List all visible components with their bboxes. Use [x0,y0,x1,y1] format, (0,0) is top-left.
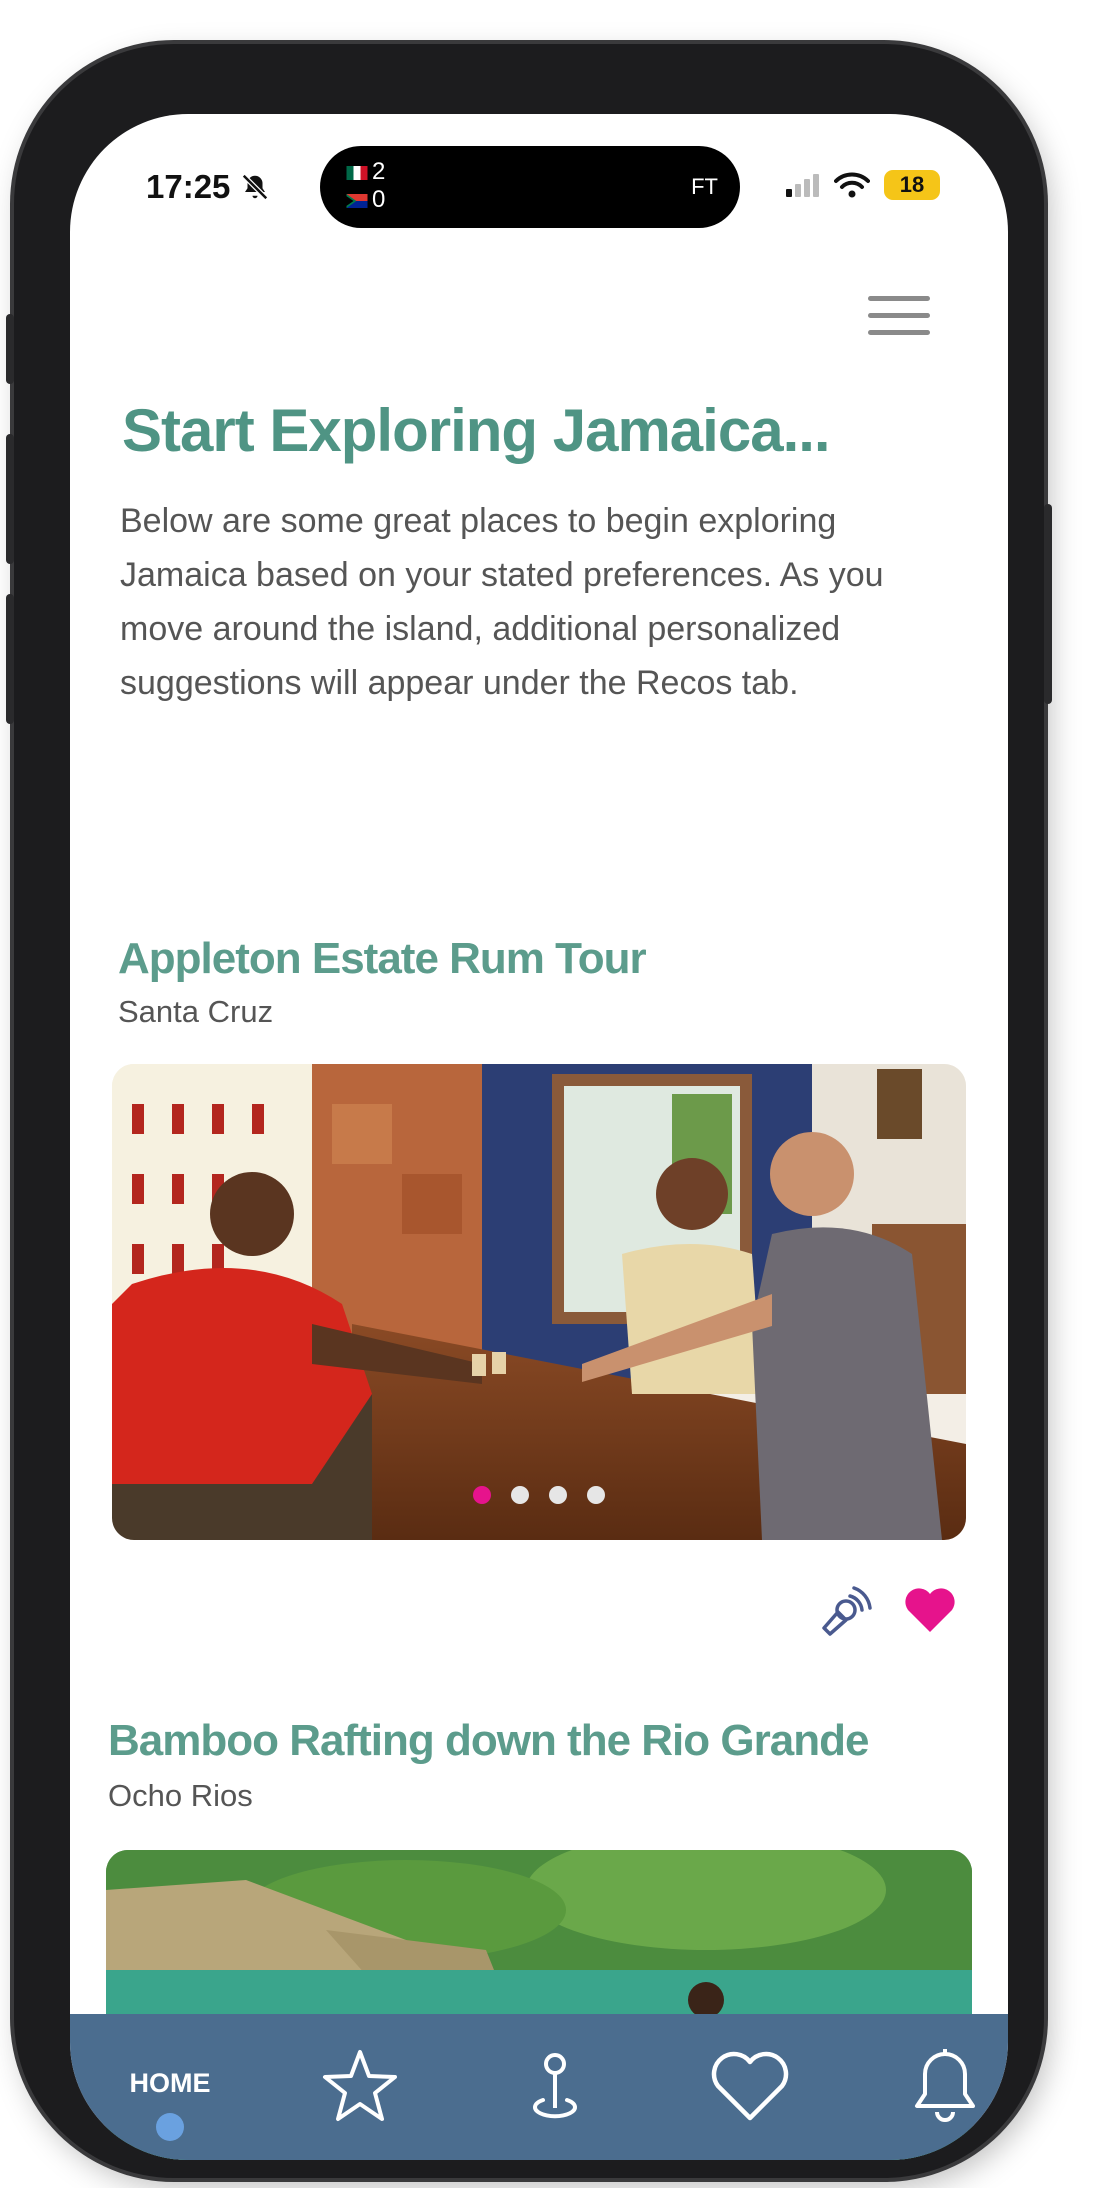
wifi-icon [834,172,870,198]
nav-active-indicator [156,2113,184,2141]
place-title[interactable]: Bamboo Rafting down the Rio Grande [108,1716,869,1766]
south-africa-flag-icon [346,193,368,208]
nav-home[interactable]: HOME [110,2046,230,2160]
nav-favorites[interactable] [690,2046,810,2160]
audio-guide-icon[interactable] [816,1584,872,1640]
carousel-dots[interactable] [112,1486,966,1504]
live-scores: 2 0 [346,158,385,214]
mexico-flag-icon [346,165,368,180]
dynamic-island[interactable]: 2 0 FT [320,146,740,228]
action-button [6,314,14,384]
location-pin-icon [533,2053,577,2119]
carousel-dot[interactable] [511,1486,529,1504]
carousel-dot[interactable] [587,1486,605,1504]
bell-slash-icon [242,173,269,201]
power-button [1044,504,1052,704]
hamburger-menu-icon[interactable] [868,296,930,340]
volume-up-button [6,434,14,564]
score-mexico: 2 [372,158,386,185]
place-title[interactable]: Appleton Estate Rum Tour [118,934,647,984]
nav-recos[interactable] [300,2046,420,2160]
heart-icon [711,2051,789,2121]
place-location: Santa Cruz [118,994,274,1029]
battery-indicator: 18 [884,170,940,200]
clock: 17:25 [146,168,231,205]
score-row-mexico: 2 [346,158,385,186]
place-location: Ocho Rios [108,1778,253,1813]
place-photo-carousel[interactable] [112,1064,966,1540]
bottom-nav: HOME [70,2014,1008,2160]
app-screen: 17:25 2 0 FT 18 Start Exploring Jamaica.… [70,114,1008,2160]
star-icon [323,2050,397,2121]
score-south-africa: 0 [372,186,386,213]
battery-level: 18 [899,172,925,197]
volume-down-button [6,594,14,724]
carousel-dot[interactable] [549,1486,567,1504]
rum-bar-photo [112,1064,966,1540]
cellular-signal-icon [786,174,819,197]
status-time: 17:25 [146,168,270,206]
page-title: Start Exploring Jamaica... [122,397,831,464]
nav-map[interactable] [495,2046,615,2160]
score-row-south-africa: 0 [346,186,385,214]
status-indicators: 18 [786,170,940,200]
carousel-dot-active[interactable] [473,1486,491,1504]
intro-text: Below are some great places to begin exp… [120,502,884,702]
nav-home-label: HOME [129,2068,211,2098]
favorite-heart-icon[interactable] [902,1582,958,1638]
nav-notifications[interactable] [885,2046,1005,2160]
bell-icon [915,2049,975,2122]
match-status: FT [691,174,718,199]
phone-frame: 17:25 2 0 FT 18 Start Exploring Jamaica.… [6,44,1052,2178]
